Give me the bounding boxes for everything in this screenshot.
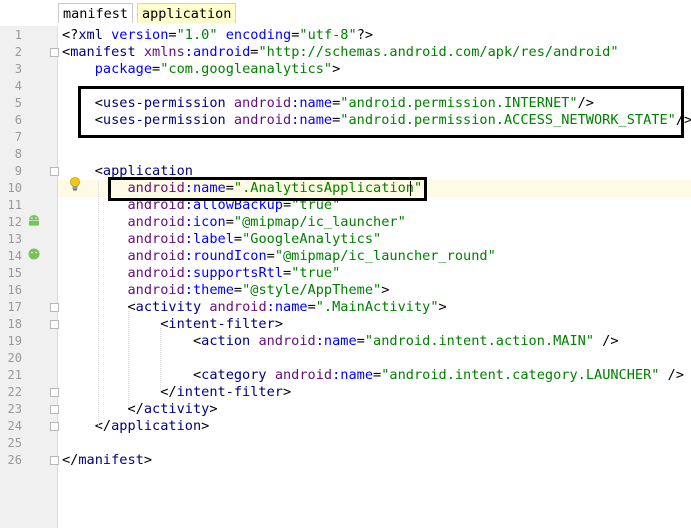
line-number: 24	[7, 419, 22, 433]
tab-application[interactable]: application	[137, 3, 237, 23]
code-line[interactable]: </manifest>	[62, 452, 152, 469]
line-number: 17	[7, 300, 22, 314]
editor-tab-bar: manifest application	[0, 0, 691, 26]
line-number: 14	[7, 249, 22, 263]
line-number: 6	[14, 113, 22, 127]
fold-marker[interactable]	[50, 388, 59, 397]
permissions-highlight-box	[78, 86, 684, 138]
indent-guide	[160, 328, 161, 391]
line-number: 19	[7, 334, 22, 348]
fold-marker[interactable]	[50, 167, 59, 176]
code-line[interactable]: </application>	[62, 418, 210, 435]
line-number: 21	[7, 368, 22, 382]
indent-guide	[128, 311, 129, 408]
line-number: 10	[7, 181, 22, 195]
line-number: 15	[7, 266, 22, 280]
fold-marker[interactable]	[50, 320, 59, 329]
line-number: 26	[7, 453, 22, 467]
code-line[interactable]: <action android:name="android.intent.act…	[62, 333, 619, 350]
android-icon[interactable]	[27, 214, 41, 226]
android-round-icon[interactable]	[27, 248, 41, 260]
line-number: 12	[7, 215, 22, 229]
code-line[interactable]: <?xml version="1.0" encoding="utf-8"?>	[62, 27, 373, 44]
lightbulb-icon[interactable]	[69, 177, 81, 191]
tab-manifest[interactable]: manifest	[58, 3, 134, 23]
fold-marker[interactable]	[50, 48, 59, 57]
line-number: 18	[7, 317, 22, 331]
code-line[interactable]: </activity>	[62, 401, 217, 418]
line-number: 22	[7, 385, 22, 399]
fold-marker[interactable]	[50, 456, 59, 465]
fold-marker[interactable]	[50, 303, 59, 312]
code-line[interactable]: package="com.googleanalytics">	[62, 61, 341, 78]
code-line[interactable]: </intent-filter>	[62, 384, 291, 401]
fold-marker[interactable]	[50, 405, 59, 414]
line-number: 8	[14, 147, 22, 161]
code-line[interactable]: <manifest xmlns:android="http://schemas.…	[62, 44, 619, 61]
code-line[interactable]: <activity android:name=".MainActivity">	[62, 299, 446, 316]
code-line[interactable]: android:roundIcon="@mipmap/ic_launcher_r…	[62, 248, 495, 265]
line-number: 2	[14, 45, 22, 59]
line-number: 3	[14, 62, 22, 76]
line-number: 1	[14, 28, 22, 42]
application-name-highlight-box	[108, 177, 427, 201]
code-line[interactable]: android:label="GoogleAnalytics"	[62, 231, 381, 248]
line-number: 13	[7, 232, 22, 246]
line-number: 9	[14, 164, 22, 178]
code-line[interactable]: android:theme="@style/AppTheme">	[62, 282, 389, 299]
code-line[interactable]: <intent-filter>	[62, 316, 283, 333]
line-number: 5	[14, 96, 22, 110]
line-number: 23	[7, 402, 22, 416]
line-number: 4	[14, 79, 22, 93]
line-number: 25	[7, 436, 22, 450]
indent-guide	[98, 180, 99, 425]
line-number: 7	[14, 130, 22, 144]
code-line[interactable]: <category android:name="android.intent.c…	[62, 367, 684, 384]
line-number: 20	[7, 351, 22, 365]
line-number: 11	[7, 198, 22, 212]
code-line[interactable]: android:supportsRtl="true"	[62, 265, 340, 282]
line-number: 16	[7, 283, 22, 297]
code-line[interactable]: android:icon="@mipmap/ic_launcher"	[62, 214, 405, 231]
fold-marker[interactable]	[50, 422, 59, 431]
